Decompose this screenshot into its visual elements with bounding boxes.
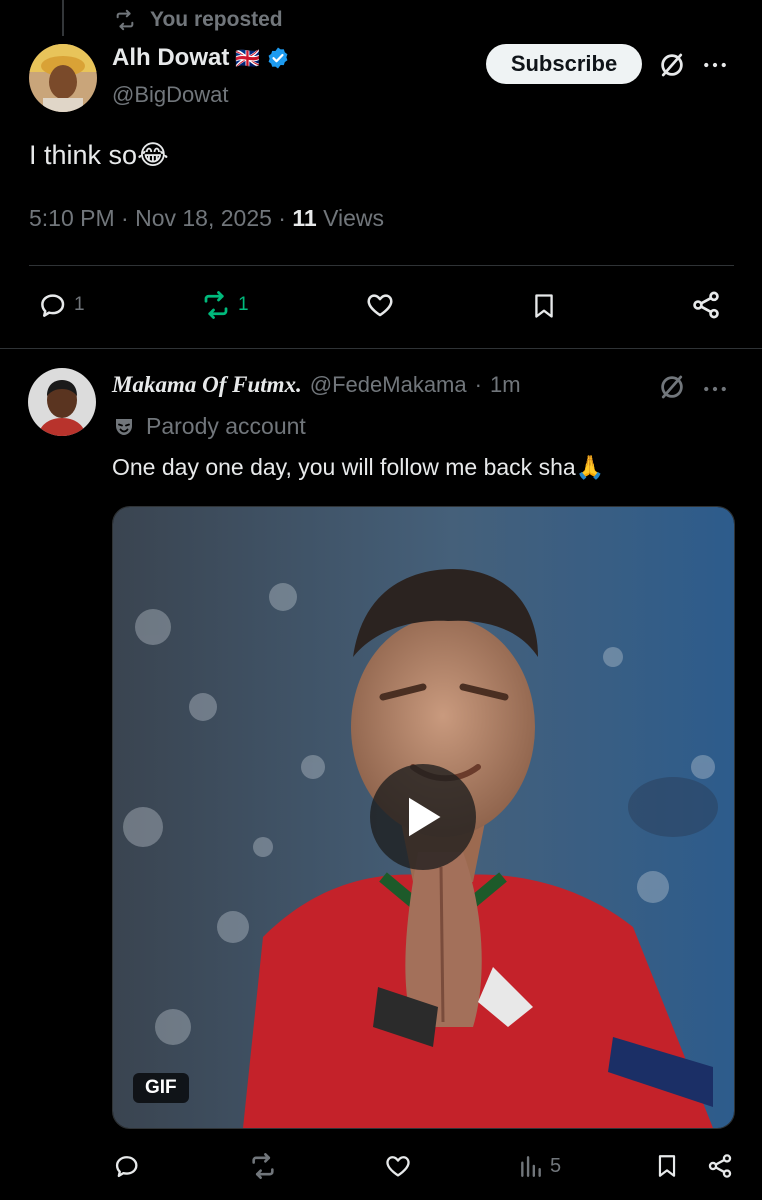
thread-line — [62, 0, 64, 36]
like-button[interactable] — [364, 290, 396, 320]
bookmark-icon — [654, 1152, 680, 1180]
grok-icon[interactable] — [657, 372, 687, 402]
play-button[interactable] — [370, 764, 476, 870]
subscribe-button[interactable]: Subscribe — [486, 44, 642, 84]
like-icon — [384, 1152, 412, 1180]
author-name[interactable]: Makama Of Futmx. — [112, 372, 302, 398]
tweet-text: One day one day, you will follow me back… — [112, 454, 604, 481]
share-button[interactable] — [706, 1152, 734, 1180]
author-handle[interactable]: @FedeMakama — [310, 372, 467, 398]
parody-label: Parody account — [112, 413, 306, 440]
parody-mask-icon — [112, 415, 136, 439]
views-label: Views — [316, 205, 385, 231]
repost-icon — [200, 290, 232, 320]
repost-context-label: You reposted — [150, 8, 283, 31]
repost-button[interactable] — [248, 1152, 278, 1180]
views-count: 11 — [292, 205, 317, 231]
gif-badge: GIF — [133, 1073, 189, 1103]
tweet-time: 5:10 PM · Nov 18, 2025 · — [29, 205, 293, 231]
reply-author-row[interactable]: Makama Of Futmx. @FedeMakama · 1m — [112, 372, 521, 398]
like-button[interactable] — [384, 1152, 412, 1180]
divider — [29, 265, 734, 266]
tweet-time[interactable]: 1m — [490, 372, 521, 398]
separator-dot: · — [474, 372, 482, 397]
reply-count: 1 — [74, 294, 85, 315]
views-button[interactable]: 5 — [518, 1152, 561, 1180]
bookmark-icon — [530, 290, 558, 322]
tweet-text-body: One day one day, you will follow me back… — [112, 454, 576, 480]
views-count: 5 — [550, 1154, 562, 1177]
grok-icon[interactable] — [657, 50, 687, 80]
share-icon — [706, 1152, 734, 1180]
bookmark-button[interactable] — [530, 290, 558, 322]
tweet-emoji: 🙏 — [575, 454, 605, 480]
repost-context[interactable]: You reposted — [112, 8, 283, 32]
more-icon[interactable] — [700, 50, 730, 80]
views-icon — [518, 1152, 544, 1180]
avatar[interactable] — [29, 44, 97, 112]
author-name-row[interactable]: Alh Dowat 🇬🇧 — [112, 44, 290, 72]
author-handle[interactable]: @BigDowat — [112, 82, 229, 108]
repost-button[interactable]: 1 — [200, 290, 249, 320]
more-icon[interactable] — [700, 374, 730, 404]
parody-label-text: Parody account — [146, 413, 306, 439]
bookmark-button[interactable] — [654, 1152, 680, 1180]
avatar[interactable] — [28, 368, 96, 436]
tweet-emoji: 😂 — [137, 140, 169, 170]
tweet-text-body: I think so — [29, 140, 138, 170]
reply-button[interactable]: 1 — [38, 290, 85, 320]
divider — [0, 348, 762, 349]
tweet-timestamp[interactable]: 5:10 PM · Nov 18, 2025 · 11 Views — [29, 205, 384, 232]
share-button[interactable] — [690, 288, 722, 322]
play-icon — [402, 794, 444, 840]
like-icon — [364, 290, 396, 320]
reply-icon — [38, 290, 68, 320]
repost-count: 1 — [238, 294, 249, 315]
tweet-text: I think so 😂 — [29, 140, 169, 171]
author-name[interactable]: Alh Dowat — [112, 44, 229, 72]
share-icon — [690, 288, 722, 322]
reply-button[interactable] — [113, 1152, 141, 1180]
repost-icon — [112, 9, 138, 31]
reply-icon — [113, 1152, 141, 1180]
repost-icon — [248, 1152, 278, 1180]
country-flag: 🇬🇧 — [235, 47, 261, 70]
verified-badge-icon — [266, 46, 290, 70]
